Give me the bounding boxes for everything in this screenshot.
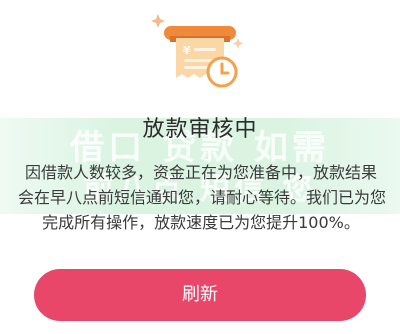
receipt-clock-icon: ¥	[140, 8, 260, 90]
description-line: 完成所有操作，放款速度已为您提升100%。	[42, 213, 360, 232]
page-title: 放款审核中	[142, 117, 258, 142]
status-description: 因借款人数较多，资金正在为您准备中，放款结果 会在早八点前短信通知您，请耐心等待…	[18, 160, 387, 235]
description-line: 因借款人数较多，资金正在为您准备中，放款结果	[24, 163, 377, 182]
refresh-button[interactable]: 刷新	[34, 269, 366, 321]
description-line: 会在早八点前短信通知您，请耐心等待。我们已为您	[18, 188, 387, 207]
svg-text:¥: ¥	[183, 44, 191, 57]
